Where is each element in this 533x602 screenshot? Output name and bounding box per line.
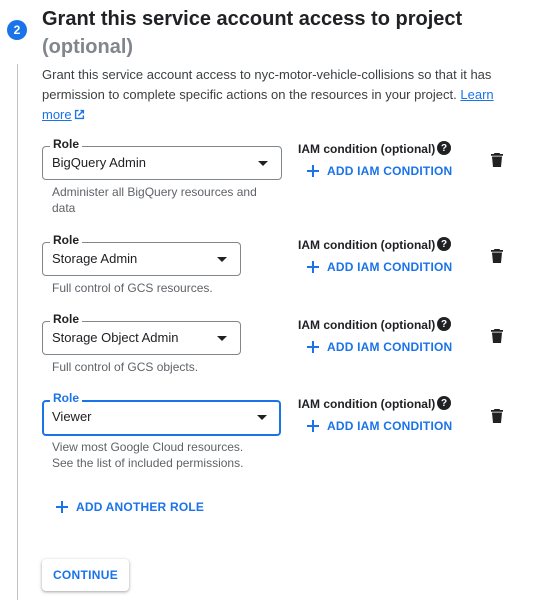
add-iam-condition-button-1[interactable]: ADD IAM CONDITION	[307, 162, 452, 180]
help-circle-icon[interactable]: ?	[437, 237, 451, 251]
add-iam-condition-button-3[interactable]: ADD IAM CONDITION	[307, 338, 452, 356]
trash-icon[interactable]	[491, 409, 503, 423]
role-label: Role	[50, 137, 83, 151]
caret-down-icon	[258, 161, 268, 166]
role-hint-2: Full control of GCS resources.	[52, 281, 213, 295]
plus-icon	[307, 420, 319, 432]
role-value: Viewer	[52, 409, 92, 424]
role-value: Storage Object Admin	[52, 330, 179, 345]
role-value: BigQuery Admin	[52, 155, 146, 170]
role-hint-3: Full control of GCS objects.	[52, 360, 199, 374]
description-text: Grant this service account access to nyc…	[42, 67, 492, 102]
caret-down-icon	[217, 257, 227, 262]
continue-button[interactable]: CONTINUE	[42, 559, 129, 591]
role-hint-1: Administer all BigQuery resources and da…	[52, 185, 257, 215]
role-select-2[interactable]: Role Storage Admin	[42, 233, 241, 276]
step-title-optional: (optional)	[42, 36, 134, 58]
iam-condition-label: IAM condition (optional)	[298, 238, 436, 252]
caret-down-icon	[257, 415, 267, 420]
iam-condition-label: IAM condition (optional)	[298, 397, 436, 411]
step-title: Grant this service account access to pro…	[42, 5, 482, 61]
iam-condition-label: IAM condition (optional)	[298, 142, 436, 156]
caret-down-icon	[217, 336, 227, 341]
plus-icon	[56, 501, 68, 513]
step-description: Grant this service account access to nyc…	[42, 65, 512, 125]
help-circle-icon[interactable]: ?	[437, 317, 451, 331]
step-title-main: Grant this service account access to pro…	[42, 8, 463, 30]
role-hint-line: See the list of included permissions.	[52, 456, 244, 470]
iam-condition-label: IAM condition (optional)	[298, 318, 436, 332]
plus-icon	[307, 261, 319, 273]
role-label: Role	[50, 312, 83, 326]
role-label: Role	[50, 391, 83, 405]
plus-icon	[307, 165, 319, 177]
trash-icon[interactable]	[491, 329, 503, 343]
help-circle-icon[interactable]: ?	[437, 141, 451, 155]
add-another-role-button[interactable]: ADD ANOTHER ROLE	[56, 498, 204, 516]
plus-icon	[307, 341, 319, 353]
external-link-icon	[74, 109, 84, 120]
add-iam-condition-button-2[interactable]: ADD IAM CONDITION	[307, 258, 452, 276]
role-hint-4: View most Google Cloud resources. See th…	[52, 439, 282, 471]
role-select-3[interactable]: Role Storage Object Admin	[42, 312, 241, 355]
role-label: Role	[50, 233, 83, 247]
add-iam-condition-button-4[interactable]: ADD IAM CONDITION	[307, 417, 452, 435]
help-circle-icon[interactable]: ?	[437, 396, 451, 410]
step-number-badge: 2	[7, 20, 27, 40]
role-hint-line: View most Google Cloud resources.	[52, 440, 244, 454]
trash-icon[interactable]	[491, 153, 503, 167]
trash-icon[interactable]	[491, 249, 503, 263]
role-select-4[interactable]: Role Viewer	[42, 391, 281, 436]
role-select-1[interactable]: Role BigQuery Admin	[42, 137, 282, 180]
role-value: Storage Admin	[52, 251, 138, 266]
step-connector-line	[17, 64, 18, 600]
